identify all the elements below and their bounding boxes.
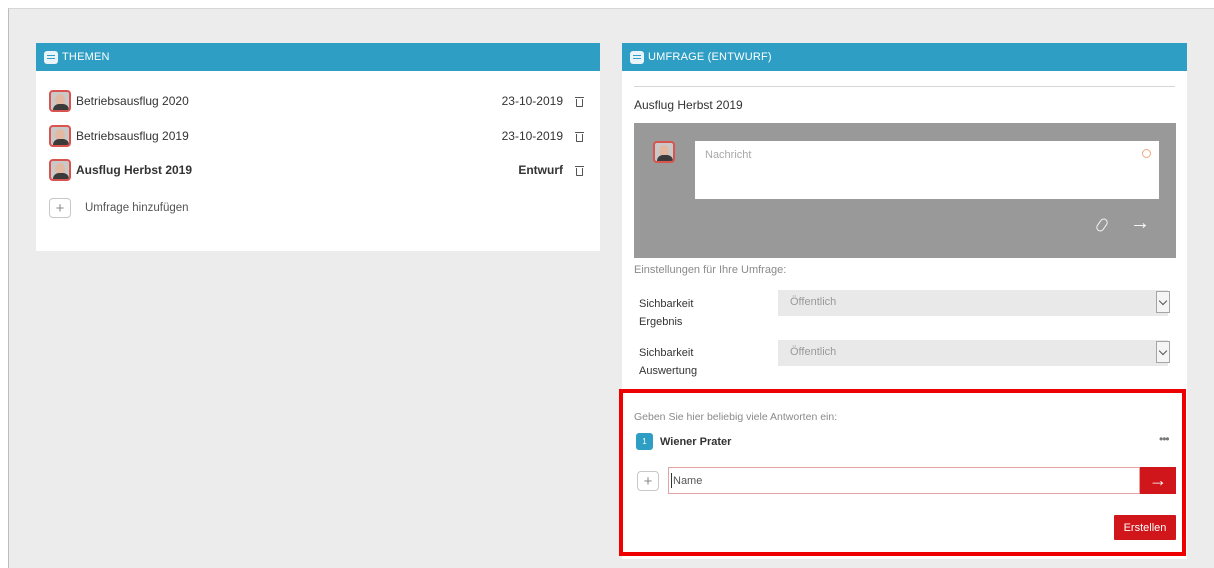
topics-panel-title: THEMEN [62,51,110,63]
chevron-down-icon[interactable] [1156,291,1170,313]
visibility-result-select[interactable]: Öffentlich [778,290,1170,316]
survey-panel-header: UMFRAGE (ENTWURF) [622,43,1187,71]
topics-panel: THEMEN Betriebsausflug 2020 23-10-2019 B… [36,43,600,251]
paperclip-icon[interactable] [1094,216,1110,234]
select-value: Öffentlich [790,296,837,308]
visibility-evaluation-select[interactable]: Öffentlich [778,340,1170,366]
survey-title: Ausflug Herbst 2019 [634,98,743,112]
select-value: Öffentlich [790,346,837,358]
speech-bubble-icon [630,50,644,64]
avatar [49,90,71,112]
trash-icon[interactable] [575,96,584,107]
message-input[interactable]: Nachricht [695,141,1159,199]
topic-row-3[interactable]: Ausflug Herbst 2019 Entwurf [49,159,584,181]
add-survey-button[interactable]: + Umfrage hinzufügen [49,197,584,219]
setting-label-evaluation: Sichbarkeit Auswertung [639,347,698,377]
survey-panel-title: UMFRAGE (ENTWURF) [648,51,772,63]
topic-title: Ausflug Herbst 2019 [76,163,193,177]
topic-row-2[interactable]: Betriebsausflug 2019 23-10-2019 [49,125,584,147]
add-survey-label: Umfrage hinzufügen [85,202,189,214]
setting-label-result: Sichbarkeit Ergebnis [639,298,694,328]
topic-title: Betriebsausflug 2020 [76,94,189,108]
topic-title: Betriebsausflug 2019 [76,129,189,143]
chevron-down-icon[interactable] [1156,341,1170,363]
message-placeholder: Nachricht [705,149,752,161]
topic-status: Entwurf [518,163,563,177]
avatar [653,141,675,163]
trash-icon[interactable] [575,131,584,142]
settings-label: Einstellungen für Ihre Umfrage: [634,264,787,276]
avatar [49,159,71,181]
avatar [49,125,71,147]
message-composer: Nachricht → [634,123,1176,258]
plus-icon: + [49,198,71,218]
smiley-icon[interactable] [1142,149,1151,158]
topics-panel-header: THEMEN [36,43,600,71]
send-arrow-icon[interactable]: → [1130,213,1150,233]
topic-date: 23-10-2019 [501,129,563,143]
trash-icon[interactable] [575,165,584,176]
divider [634,86,1175,87]
topic-date: 23-10-2019 [501,94,563,108]
speech-bubble-icon [44,50,58,64]
topic-row-1[interactable]: Betriebsausflug 2020 23-10-2019 [49,90,584,112]
highlight-frame [619,389,1186,556]
